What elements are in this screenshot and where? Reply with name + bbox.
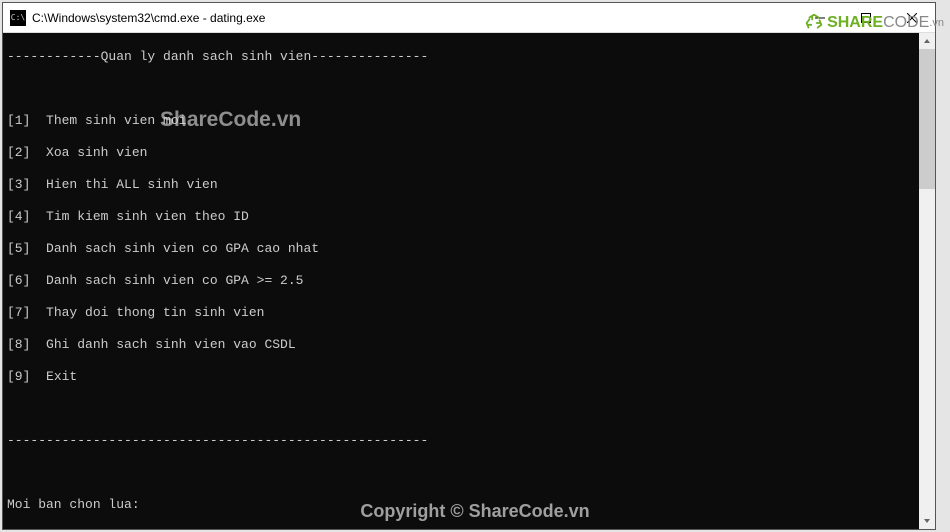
menu-item: [6] Danh sach sinh vien co GPA >= 2.5 (7, 273, 931, 289)
menu-item: [8] Ghi danh sach sinh vien vao CSDL (7, 337, 931, 353)
divider-line: ----------------------------------------… (7, 433, 931, 449)
cmd-icon: C:\ (10, 10, 26, 26)
prompt-line: Moi ban chon lua: (7, 497, 931, 513)
close-button[interactable] (889, 3, 935, 32)
menu-item: [3] Hien thi ALL sinh vien (7, 177, 931, 193)
vertical-scrollbar[interactable] (919, 33, 935, 529)
menu-item: [1] Them sinh vien moi (7, 113, 931, 129)
menu-item: [5] Danh sach sinh vien co GPA cao nhat (7, 241, 931, 257)
blank-line (7, 401, 931, 417)
header-line: ------------Quan ly danh sach sinh vien-… (7, 49, 931, 65)
scroll-down-button[interactable] (919, 513, 935, 529)
titlebar[interactable]: C:\ C:\Windows\system32\cmd.exe - dating… (3, 3, 935, 33)
window-title: C:\Windows\system32\cmd.exe - dating.exe (32, 11, 797, 25)
menu-item: [4] Tim kiem sinh vien theo ID (7, 209, 931, 225)
scrollbar-track[interactable] (919, 49, 935, 513)
console-output[interactable]: ------------Quan ly danh sach sinh vien-… (3, 33, 935, 529)
menu-item: [7] Thay doi thong tin sinh vien (7, 305, 931, 321)
blank-line (7, 465, 931, 481)
scrollbar-thumb[interactable] (919, 49, 935, 189)
window-controls (797, 3, 935, 32)
scroll-up-button[interactable] (919, 33, 935, 49)
cmd-window: C:\ C:\Windows\system32\cmd.exe - dating… (2, 2, 936, 530)
blank-line (7, 81, 931, 97)
minimize-button[interactable] (797, 3, 843, 32)
menu-item: [2] Xoa sinh vien (7, 145, 931, 161)
menu-item: [9] Exit (7, 369, 931, 385)
maximize-button[interactable] (843, 3, 889, 32)
